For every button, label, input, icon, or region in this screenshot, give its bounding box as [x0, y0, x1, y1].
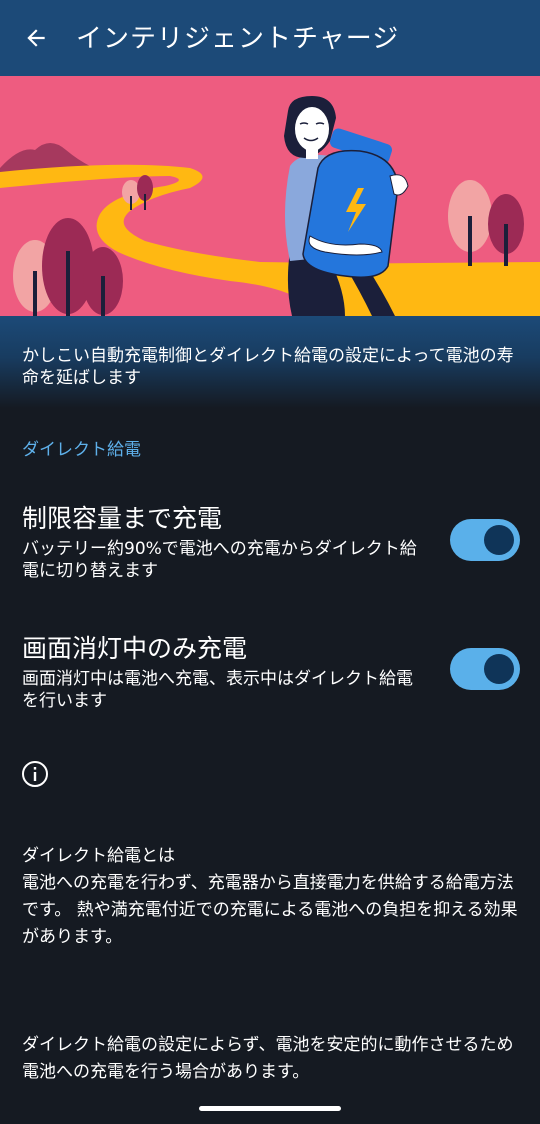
gesture-nav-handle[interactable] [199, 1106, 341, 1111]
toggle-knob [484, 525, 514, 555]
app-bar: インテリジェントチャージ [0, 0, 540, 76]
screen-off-charge-toggle[interactable] [450, 648, 520, 690]
info-paragraph-1: ダイレクト給電とは 電池への充電を行わず、充電器から直接電力を供給する給電方法で… [22, 846, 518, 947]
info-text: ダイレクト給電とは 電池への充電を行わず、充電器から直接電力を供給する給電方法で… [22, 816, 527, 1113]
hero-illustration [0, 76, 540, 316]
info-icon [22, 761, 48, 787]
setting-subtitle: バッテリー約90%で電池への充電からダイレクト給電に切り替えます [22, 539, 417, 581]
section-label: ダイレクト給電 [22, 440, 141, 460]
toggle-knob [484, 654, 514, 684]
page-title: インテリジェントチャージ [76, 24, 400, 54]
arrow-left-icon [27, 29, 45, 47]
limit-capacity-toggle[interactable] [450, 519, 520, 561]
setting-screen-off-charge[interactable]: 画面消灯中のみ充電 画面消灯中は電池へ充電、表示中はダイレクト給電を行います [0, 632, 540, 732]
back-button[interactable] [14, 16, 58, 60]
hero-description: かしこい自動充電制御とダイレクト給電の設定によって電池の寿命を延ばします [22, 346, 514, 388]
info-paragraph-2: ダイレクト給電の設定によらず、電池を安定的に動作させるため電池への充電を行う場合… [22, 1035, 514, 1082]
setting-limit-capacity[interactable]: 制限容量まで充電 バッテリー約90%で電池への充電からダイレクト給電に切り替えま… [0, 502, 540, 602]
setting-title: 画面消灯中のみ充電 [22, 634, 248, 663]
setting-subtitle: 画面消灯中は電池へ充電、表示中はダイレクト給電を行います [22, 669, 413, 711]
setting-title: 制限容量まで充電 [22, 504, 223, 533]
